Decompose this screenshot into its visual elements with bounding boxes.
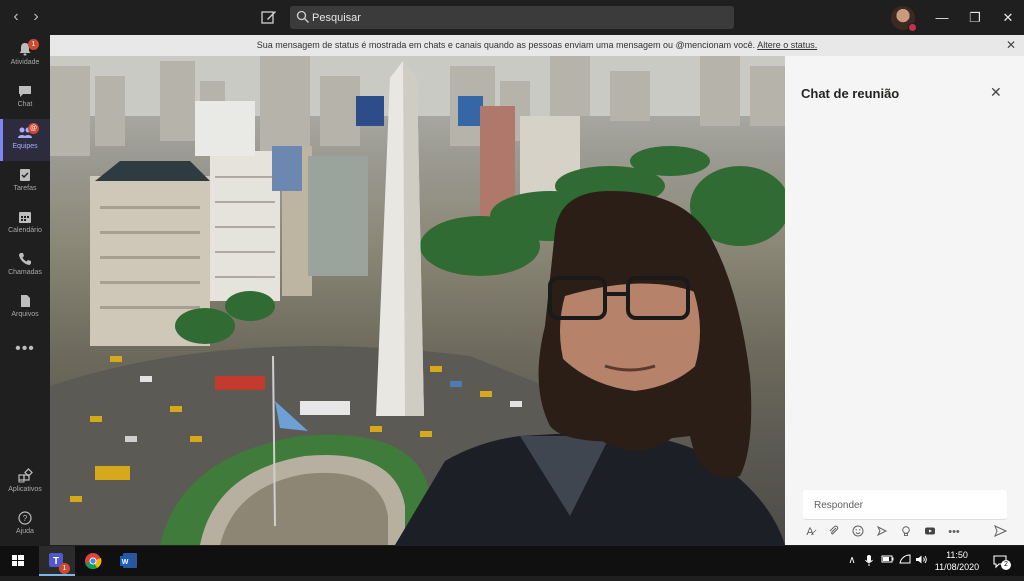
reply-input[interactable] (803, 490, 1007, 520)
title-bar: ‹ › — ❐ ✕ (0, 0, 1024, 35)
rail-item-help[interactable]: ? Ajuda (0, 504, 50, 546)
svg-text:T: T (53, 556, 59, 567)
rail-item-files[interactable]: Arquivos (0, 287, 50, 329)
wifi-icon[interactable] (898, 554, 912, 568)
calendar-icon (19, 212, 31, 223)
rail-label: Aplicativos (8, 486, 42, 493)
attach-icon[interactable] (827, 525, 841, 539)
back-icon[interactable]: ‹ (6, 8, 26, 28)
microphone-icon[interactable] (862, 554, 876, 568)
status-dot (908, 23, 917, 32)
taskbar-word[interactable]: W (111, 546, 147, 576)
meeting-chat-panel: Chat de reunião ✕ A̷ ••• (785, 56, 1024, 545)
taskbar-chrome[interactable] (75, 546, 111, 576)
banner-text: Sua mensagem de status é mostrada em cha… (256, 40, 756, 50)
chat-title: Chat de reunião (801, 86, 900, 101)
send-icon[interactable] (993, 525, 1007, 539)
rail-label: Chamadas (8, 269, 42, 276)
rail-label: Equipes (12, 143, 38, 150)
gif-icon[interactable] (875, 525, 889, 539)
rail-label: Ajuda (16, 528, 34, 535)
emoji-icon[interactable] (851, 525, 865, 539)
video-background (50, 56, 785, 545)
rail-item-chat[interactable]: Chat (0, 77, 50, 119)
rail-label: Chat (17, 101, 33, 108)
rail-label: Calendário (8, 227, 42, 234)
rail-item-tasks[interactable]: Tarefas (0, 161, 50, 203)
activity-badge: 1 (28, 39, 39, 50)
word-icon: W (120, 553, 137, 568)
search-input[interactable] (312, 6, 712, 29)
teams-taskbar-badge: 1 (59, 563, 70, 574)
clock-date: 11/08/2020 (934, 562, 980, 572)
system-clock[interactable]: 11:50 11/08/2020 (928, 549, 986, 573)
teams-badge: @ (28, 123, 39, 134)
rail-label: Tarefas (13, 185, 37, 192)
format-icon[interactable]: A̷ (803, 525, 817, 539)
notification-count: 2 (1001, 560, 1011, 570)
file-icon (21, 295, 30, 307)
rail-item-apps[interactable]: Aplicativos (0, 462, 50, 504)
chevron-up-icon[interactable]: ∧ (845, 554, 859, 568)
volume-icon[interactable] (914, 554, 928, 568)
chrome-icon (85, 553, 102, 570)
help-icon: ? (18, 511, 32, 525)
close-icon[interactable]: ✕ (990, 84, 1002, 101)
profile-avatar[interactable] (891, 6, 917, 32)
search-box[interactable] (290, 6, 734, 29)
rail-label: Arquivos (11, 311, 39, 318)
more-options-icon[interactable]: ••• (947, 525, 961, 539)
windows-taskbar: T 1 W ∧ 11:50 11/08/2020 2 (0, 546, 1024, 576)
video-feed (50, 56, 785, 545)
taskbar-teams[interactable]: T 1 (39, 546, 75, 576)
svg-text:W: W (122, 559, 129, 566)
battery-icon[interactable] (880, 554, 894, 568)
notification-center[interactable]: 2 (992, 553, 1011, 570)
close-button[interactable]: ✕ (998, 8, 1018, 28)
search-icon (296, 10, 309, 23)
rail-label: Atividade (10, 59, 40, 66)
status-banner: Sua mensagem de status é mostrada em cha… (50, 35, 1024, 56)
reply-box[interactable] (803, 490, 1007, 520)
video-icon[interactable] (923, 525, 937, 539)
apps-icon (18, 468, 33, 483)
forward-icon[interactable]: › (26, 8, 46, 28)
start-button[interactable] (0, 546, 36, 576)
teams-app-icon: T (49, 553, 63, 567)
phone-icon (19, 253, 31, 265)
minimize-button[interactable]: — (932, 8, 952, 28)
app-rail: 1 Atividade Chat @ Equipes Tarefas Calen… (0, 35, 50, 546)
clock-time: 11:50 (946, 550, 968, 560)
rail-item-activity[interactable]: 1 Atividade (0, 35, 50, 77)
windows-icon (12, 555, 24, 566)
chat-icon (19, 86, 31, 97)
rail-item-calls[interactable]: Chamadas (0, 245, 50, 287)
compose-icon[interactable] (260, 8, 278, 26)
compose-toolbar: A̷ ••• (803, 525, 1013, 541)
rail-item-calendar[interactable]: Calendário (0, 203, 50, 245)
change-status-link[interactable]: Altere o status. (757, 40, 817, 50)
rail-item-teams[interactable]: @ Equipes (0, 119, 50, 161)
tasks-icon (20, 169, 30, 181)
praise-icon[interactable] (899, 525, 913, 539)
more-apps-button[interactable]: ••• (0, 340, 50, 358)
svg-text:?: ? (23, 514, 28, 523)
restore-button[interactable]: ❐ (965, 8, 985, 28)
close-icon[interactable]: ✕ (1006, 35, 1016, 56)
